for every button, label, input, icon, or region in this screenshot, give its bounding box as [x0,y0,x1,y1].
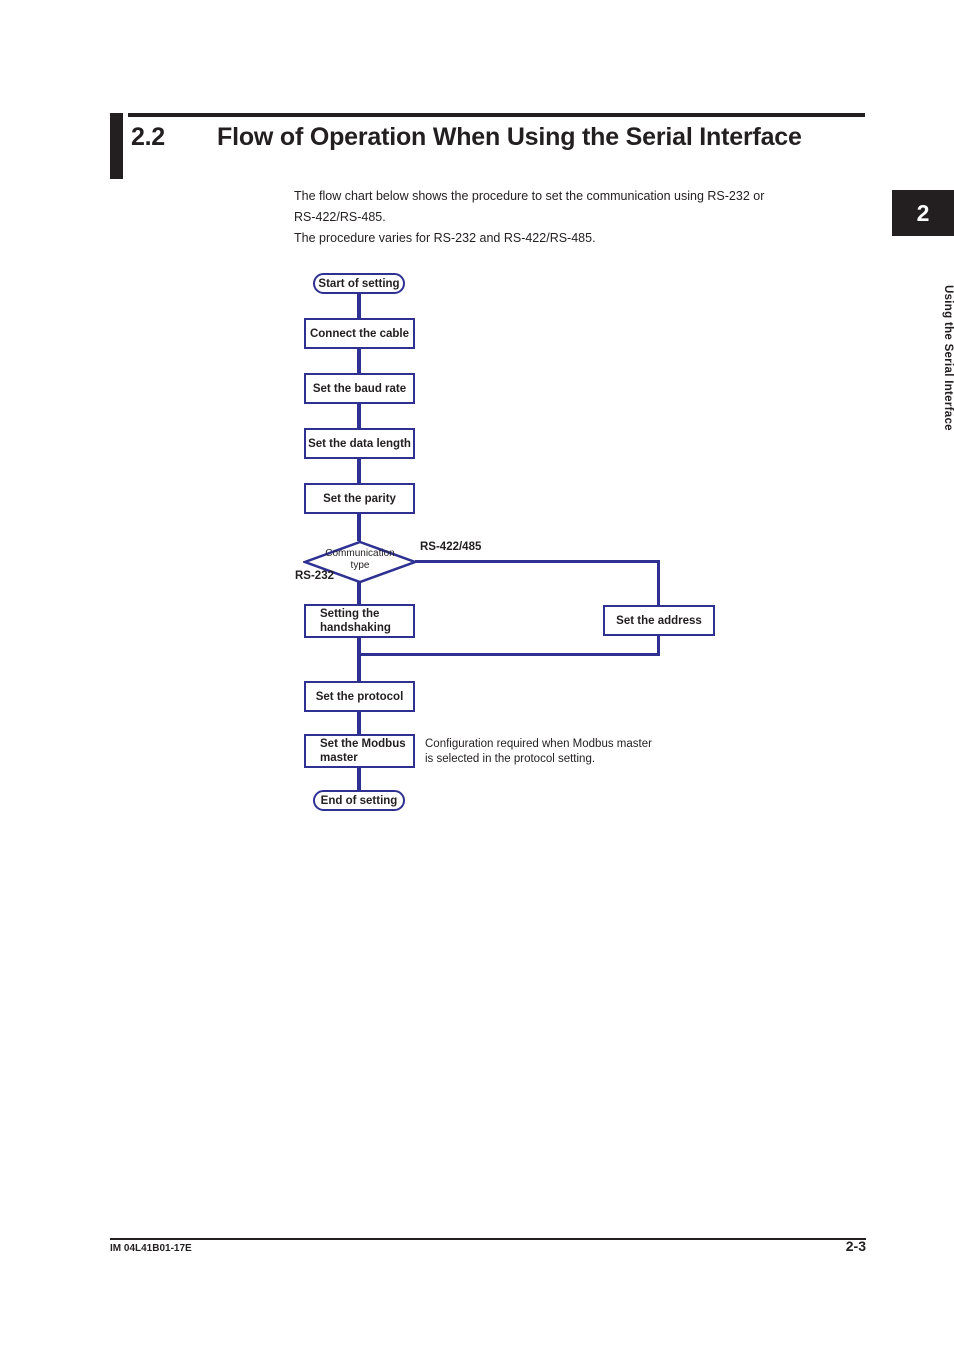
modbus-note-line-1: Configuration required when Modbus maste… [425,738,652,750]
chapter-tab-number: 2 [916,200,930,226]
chapter-tab-label: Using the Serial Interface [942,285,954,431]
connector-parity-to-decision [357,514,361,541]
flow-node-protocol: Set the protocol [304,681,415,712]
flow-node-connect-cable: Connect the cable [304,318,415,349]
connector-decision-right-vertical [657,560,660,605]
chapter-tab: 2 [892,190,954,236]
intro-line-3: The procedure varies for RS-232 and RS-4… [294,231,596,245]
heading-divider-rule [128,113,865,117]
heading-accent-bar [110,113,123,179]
flow-node-modbus-master: Set the Modbus master [304,734,415,768]
connector-address-down [657,636,660,655]
flow-node-start: Start of setting [313,273,405,294]
handshaking-line-2: handshaking [320,622,391,634]
modbus-master-note: Configuration required when Modbus maste… [425,737,685,767]
modbus-line-1: Set the Modbus [320,738,406,750]
flow-node-set-address-label: Set the address [616,614,702,627]
connector-decision-left-vertical [357,582,361,604]
intro-line-1: The flow chart below shows the procedure… [294,189,765,203]
flow-node-baud-rate-label: Set the baud rate [312,382,407,395]
flow-node-baud-rate: Set the baud rate [304,373,415,404]
flow-node-end-label: End of setting [320,794,398,807]
branch-label-rs232: RS-232 [295,570,334,582]
flow-node-parity-label: Set the parity [323,492,396,505]
flow-node-modbus-master-label: Set the Modbus master [320,737,406,765]
connector-merge-horizontal [357,653,660,656]
intro-line-2: RS-422/RS-485. [294,210,386,224]
modbus-note-line-2: is selected in the protocol setting. [425,753,596,765]
flow-node-start-label: Start of setting [318,277,400,290]
branch-label-rs422-485: RS-422/485 [420,541,482,553]
flow-node-decision-label: Communication type [303,548,417,572]
flow-node-decision-communication-type [303,540,417,584]
modbus-line-2: master [320,752,358,764]
decision-label-line-1: Communication [325,548,395,559]
connector-protocol-to-modbus [357,712,361,734]
flow-node-data-length: Set the data length [304,428,415,459]
flow-node-handshaking: Setting the handshaking [304,604,415,638]
footer-divider-rule [110,1238,866,1240]
connector-handshaking-down [357,638,361,681]
section-title: Flow of Operation When Using the Serial … [217,123,802,151]
connector-decision-right-horizontal [415,560,660,563]
page-title: 2.2 Flow of Operation When Using the Seri… [131,121,831,154]
section-number: 2.2 [131,123,165,151]
handshaking-line-1: Setting the [320,608,380,620]
intro-paragraph: The flow chart below shows the procedure… [294,186,864,249]
flow-node-connect-cable-label: Connect the cable [309,327,410,340]
footer-page-number: 2-3 [845,1238,866,1254]
connector-cable-to-baud [357,349,361,373]
flow-node-handshaking-label: Setting the handshaking [320,607,391,635]
connector-start-to-cable [357,294,361,318]
connector-modbus-to-end [357,768,361,790]
connector-datalength-to-parity [357,459,361,483]
flow-node-parity: Set the parity [304,483,415,514]
connector-baud-to-datalength [357,404,361,428]
flow-node-end: End of setting [313,790,405,811]
flow-node-protocol-label: Set the protocol [315,690,404,703]
flow-node-data-length-label: Set the data length [308,437,411,450]
diamond-shape-icon [303,540,417,584]
footer-document-code: IM 04L41B01-17E [110,1243,192,1254]
decision-label-line-2: type [350,560,370,571]
flow-node-set-address: Set the address [603,605,715,636]
